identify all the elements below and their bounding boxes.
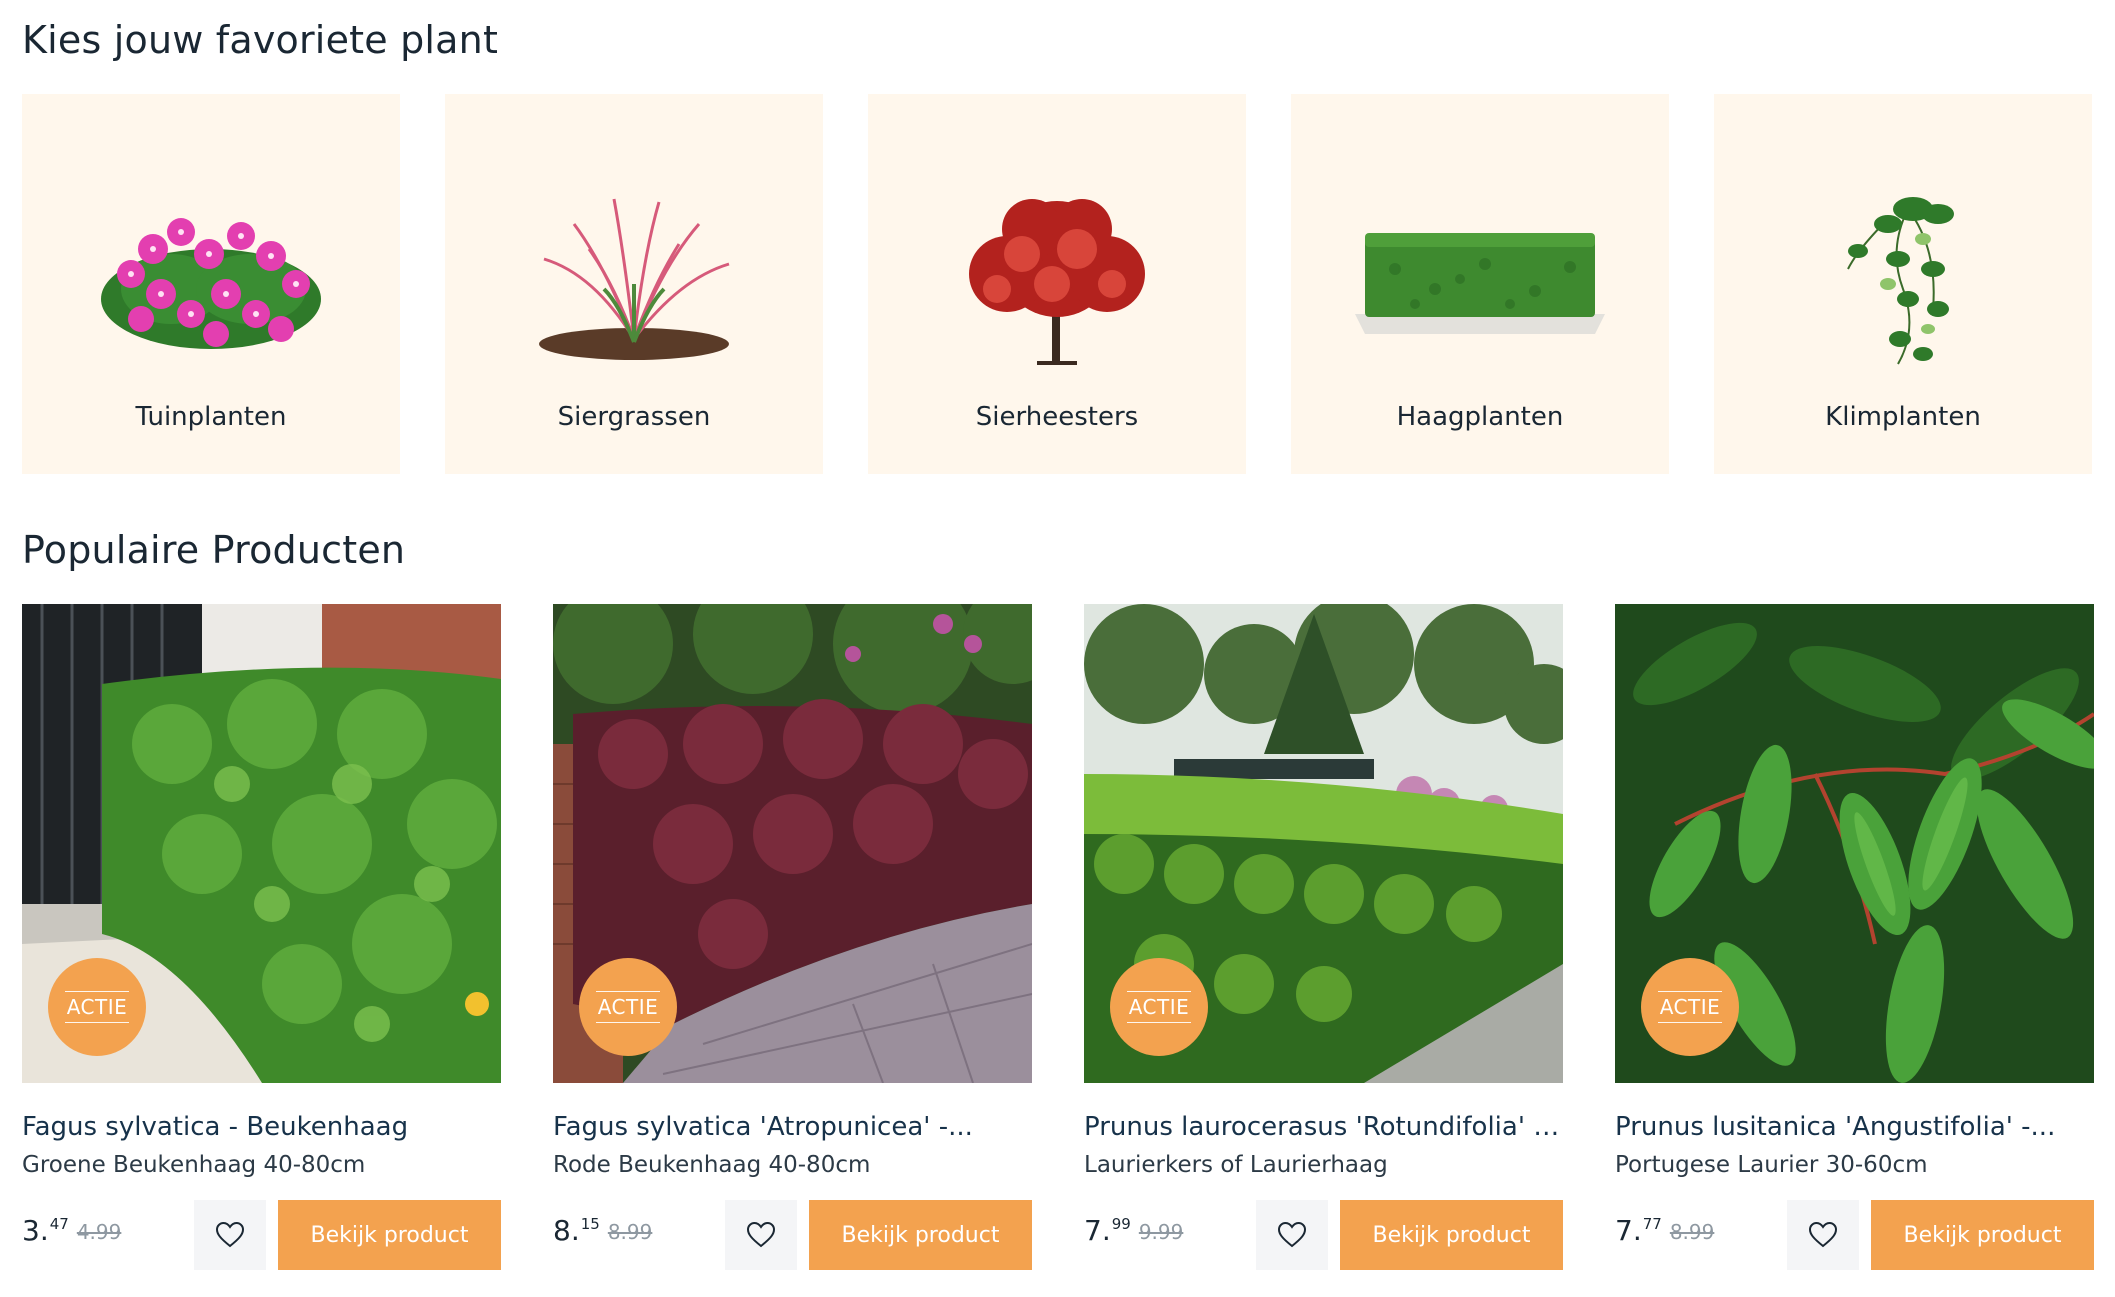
product-price: 3. 47 4.99 xyxy=(22,1214,121,1254)
favorite-button[interactable] xyxy=(1256,1200,1328,1270)
sale-badge: ACTIE xyxy=(48,958,146,1056)
product-subtitle: Laurierkers of Laurierhaag xyxy=(1084,1152,1388,1178)
product-name[interactable]: Prunus lusitanica 'Angustifolia' -... xyxy=(1615,1112,2094,1142)
product-name[interactable]: Fagus sylvatica 'Atropunicea' -... xyxy=(553,1112,1032,1142)
red-beech-hedge-photo[interactable]: ACTIE xyxy=(553,604,1032,1083)
product-card: ACTIE Fagus sylvatica 'Atropunicea' -...… xyxy=(553,604,1032,1274)
red-tree-icon xyxy=(868,174,1246,384)
category-label: Siergrassen xyxy=(557,402,711,432)
view-product-button[interactable]: Bekijk product xyxy=(809,1200,1032,1270)
heart-icon xyxy=(747,1222,775,1248)
popular-products-title: Populaire Producten xyxy=(22,528,406,572)
portuguese-laurel-leaves-photo[interactable]: ACTIE xyxy=(1615,604,2094,1083)
category-label: Tuinplanten xyxy=(135,402,287,432)
favorite-button[interactable] xyxy=(725,1200,797,1270)
view-product-button[interactable]: Bekijk product xyxy=(278,1200,501,1270)
view-product-button[interactable]: Bekijk product xyxy=(1871,1200,2094,1270)
category-label: Sierheesters xyxy=(975,402,1139,432)
product-price: 7. 77 8.99 xyxy=(1615,1214,1714,1254)
old-price: 4.99 xyxy=(76,1220,122,1244)
category-tile-sierheesters[interactable]: Sierheesters xyxy=(868,94,1246,474)
hedge-icon xyxy=(1291,174,1669,384)
old-price: 8.99 xyxy=(607,1220,653,1244)
product-card: ACTIE Prunus laurocerasus 'Rotundifolia'… xyxy=(1084,604,1563,1274)
product-name[interactable]: Prunus laurocerasus 'Rotundifolia' -... xyxy=(1084,1112,1563,1142)
product-price: 7. 99 9.99 xyxy=(1084,1214,1183,1254)
product-card: ACTIE Fagus sylvatica - Beukenhaag Groen… xyxy=(22,604,501,1274)
climbing-plant-icon xyxy=(1714,174,2092,384)
flowering-plant-icon xyxy=(22,174,400,384)
sale-badge: ACTIE xyxy=(1641,958,1739,1056)
price-decimals: 77 xyxy=(1642,1215,1662,1233)
price-integer: 7. xyxy=(1615,1214,1642,1247)
category-label: Haagplanten xyxy=(1396,402,1564,432)
old-price: 9.99 xyxy=(1138,1220,1184,1244)
price-integer: 8. xyxy=(553,1214,580,1247)
product-card: ACTIE Prunus lusitanica 'Angustifolia' -… xyxy=(1615,604,2094,1274)
category-label: Klimplanten xyxy=(1825,402,1981,432)
favorite-button[interactable] xyxy=(194,1200,266,1270)
ornamental-grass-icon xyxy=(445,174,823,384)
category-tile-haagplanten[interactable]: Haagplanten xyxy=(1291,94,1669,474)
product-price: 8. 15 8.99 xyxy=(553,1214,652,1254)
sale-badge: ACTIE xyxy=(579,958,677,1056)
heart-icon xyxy=(216,1222,244,1248)
sale-badge: ACTIE xyxy=(1110,958,1208,1056)
favorite-button[interactable] xyxy=(1787,1200,1859,1270)
price-decimals: 15 xyxy=(580,1215,600,1233)
price-integer: 3. xyxy=(22,1214,49,1247)
product-grid: ACTIE Fagus sylvatica - Beukenhaag Groen… xyxy=(22,604,2094,1274)
category-tile-siergrassen[interactable]: Siergrassen xyxy=(445,94,823,474)
heart-icon xyxy=(1809,1222,1837,1248)
price-decimals: 47 xyxy=(49,1215,69,1233)
product-subtitle: Portugese Laurier 30-60cm xyxy=(1615,1152,1928,1178)
category-tile-tuinplanten[interactable]: Tuinplanten xyxy=(22,94,400,474)
categories-title: Kies jouw favoriete plant xyxy=(22,18,499,62)
product-subtitle: Rode Beukenhaag 40-80cm xyxy=(553,1152,871,1178)
product-name[interactable]: Fagus sylvatica - Beukenhaag xyxy=(22,1112,501,1142)
old-price: 8.99 xyxy=(1669,1220,1715,1244)
heart-icon xyxy=(1278,1222,1306,1248)
green-beech-hedge-photo[interactable]: ACTIE xyxy=(22,604,501,1083)
view-product-button[interactable]: Bekijk product xyxy=(1340,1200,1563,1270)
cherry-laurel-hedge-photo[interactable]: ACTIE xyxy=(1084,604,1563,1083)
price-integer: 7. xyxy=(1084,1214,1111,1247)
price-decimals: 99 xyxy=(1111,1215,1131,1233)
category-tile-klimplanten[interactable]: Klimplanten xyxy=(1714,94,2092,474)
category-grid: Tuinplanten Siergrassen Sierheesters Haa… xyxy=(22,94,2094,474)
product-subtitle: Groene Beukenhaag 40-80cm xyxy=(22,1152,366,1178)
